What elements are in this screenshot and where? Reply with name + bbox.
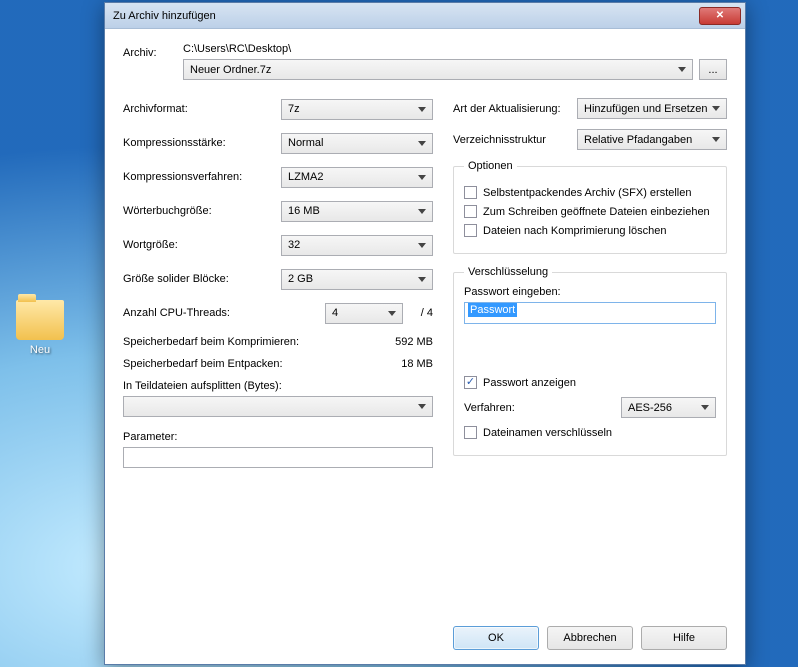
archive-name-value: Neuer Ordner.7z	[190, 64, 678, 76]
sfx-label: Selbstentpackendes Archiv (SFX) erstelle…	[483, 187, 692, 199]
memory-compress-label: Speicherbedarf beim Komprimieren:	[123, 336, 373, 348]
format-value: 7z	[288, 103, 418, 115]
solid-block-dropdown[interactable]: 2 GB	[281, 269, 433, 290]
options-group: Optionen Selbstentpackendes Archiv (SFX)…	[453, 160, 727, 254]
compression-level-value: Normal	[288, 137, 418, 149]
password-input[interactable]: Passwort	[464, 302, 716, 324]
delete-after-label: Dateien nach Komprimierung löschen	[483, 225, 666, 237]
shared-files-label: Zum Schreiben geöffnete Dateien einbezie…	[483, 206, 710, 218]
format-label: Archivformat:	[123, 103, 281, 115]
memory-decompress-value: 18 MB	[373, 358, 433, 370]
path-mode-label: Verzeichnisstruktur	[453, 134, 577, 146]
chevron-down-icon	[388, 311, 396, 316]
show-password-label: Passwort anzeigen	[483, 377, 576, 389]
compression-level-dropdown[interactable]: Normal	[281, 133, 433, 154]
chevron-down-icon	[418, 209, 426, 214]
cancel-button[interactable]: Abbrechen	[547, 626, 633, 650]
chevron-down-icon	[418, 141, 426, 146]
compression-method-dropdown[interactable]: LZMA2	[281, 167, 433, 188]
password-enter-label: Passwort eingeben:	[464, 286, 716, 298]
ok-button[interactable]: OK	[453, 626, 539, 650]
cancel-label: Abbrechen	[563, 632, 616, 644]
chevron-down-icon	[418, 107, 426, 112]
delete-after-checkbox[interactable]	[464, 224, 477, 237]
dictionary-size-label: Wörterbuchgröße:	[123, 205, 281, 217]
shared-files-checkbox[interactable]	[464, 205, 477, 218]
encryption-method-value: AES-256	[628, 402, 701, 414]
encryption-method-dropdown[interactable]: AES-256	[621, 397, 716, 418]
chevron-down-icon	[418, 175, 426, 180]
chevron-down-icon	[712, 106, 720, 111]
password-value: Passwort	[468, 303, 517, 317]
word-size-value: 32	[288, 239, 418, 251]
titlebar[interactable]: Zu Archiv hinzufügen ✕	[105, 3, 745, 29]
chevron-down-icon	[418, 243, 426, 248]
encryption-group: Verschlüsselung Passwort eingeben: Passw…	[453, 266, 727, 456]
memory-decompress-label: Speicherbedarf beim Entpacken:	[123, 358, 373, 370]
chevron-down-icon	[418, 277, 426, 282]
split-volume-combo[interactable]	[123, 396, 433, 417]
compression-method-label: Kompressionsverfahren:	[123, 171, 281, 183]
sfx-checkbox[interactable]	[464, 186, 477, 199]
dialog-title: Zu Archiv hinzufügen	[113, 10, 699, 22]
dictionary-size-value: 16 MB	[288, 205, 418, 217]
desktop-icon-label: Neu	[5, 344, 75, 356]
archive-name-combo[interactable]: Neuer Ordner.7z	[183, 59, 693, 80]
close-icon: ✕	[716, 10, 724, 21]
close-button[interactable]: ✕	[699, 7, 741, 25]
chevron-down-icon	[712, 137, 720, 142]
parameters-input[interactable]	[123, 447, 433, 468]
add-to-archive-dialog: Zu Archiv hinzufügen ✕ Archiv: C:\Users\…	[104, 2, 746, 665]
split-volume-label: In Teildateien aufsplitten (Bytes):	[123, 380, 433, 392]
encrypt-filenames-label: Dateinamen verschlüsseln	[483, 427, 612, 439]
folder-icon	[16, 300, 64, 340]
solid-block-label: Größe solider Blöcke:	[123, 273, 281, 285]
solid-block-value: 2 GB	[288, 273, 418, 285]
cpu-threads-total: / 4	[403, 307, 433, 319]
encryption-legend: Verschlüsselung	[464, 266, 552, 278]
path-mode-value: Relative Pfadangaben	[584, 134, 712, 146]
chevron-down-icon	[701, 405, 709, 410]
update-mode-value: Hinzufügen und Ersetzen	[584, 103, 712, 115]
show-password-checkbox[interactable]	[464, 376, 477, 389]
browse-button[interactable]: ...	[699, 59, 727, 80]
compression-level-label: Kompressionsstärke:	[123, 137, 281, 149]
ok-label: OK	[488, 632, 504, 644]
cpu-threads-value: 4	[332, 307, 388, 319]
compression-method-value: LZMA2	[288, 171, 418, 183]
cpu-threads-dropdown[interactable]: 4	[325, 303, 403, 324]
archive-path-text: C:\Users\RC\Desktop\	[183, 43, 727, 55]
parameters-label: Parameter:	[123, 431, 433, 443]
cpu-threads-label: Anzahl CPU-Threads:	[123, 307, 325, 319]
format-dropdown[interactable]: 7z	[281, 99, 433, 120]
options-legend: Optionen	[464, 160, 517, 172]
word-size-label: Wortgröße:	[123, 239, 281, 251]
word-size-dropdown[interactable]: 32	[281, 235, 433, 256]
help-button[interactable]: Hilfe	[641, 626, 727, 650]
chevron-down-icon	[418, 404, 426, 409]
memory-compress-value: 592 MB	[373, 336, 433, 348]
help-label: Hilfe	[673, 632, 695, 644]
encryption-method-label: Verfahren:	[464, 402, 621, 414]
desktop-folder-icon[interactable]: Neu	[5, 300, 75, 356]
encrypt-filenames-checkbox[interactable]	[464, 426, 477, 439]
update-mode-label: Art der Aktualisierung:	[453, 103, 577, 115]
browse-label: ...	[708, 64, 717, 76]
update-mode-dropdown[interactable]: Hinzufügen und Ersetzen	[577, 98, 727, 119]
chevron-down-icon	[678, 67, 686, 72]
dictionary-size-dropdown[interactable]: 16 MB	[281, 201, 433, 222]
archive-label: Archiv:	[123, 43, 183, 59]
path-mode-dropdown[interactable]: Relative Pfadangaben	[577, 129, 727, 150]
